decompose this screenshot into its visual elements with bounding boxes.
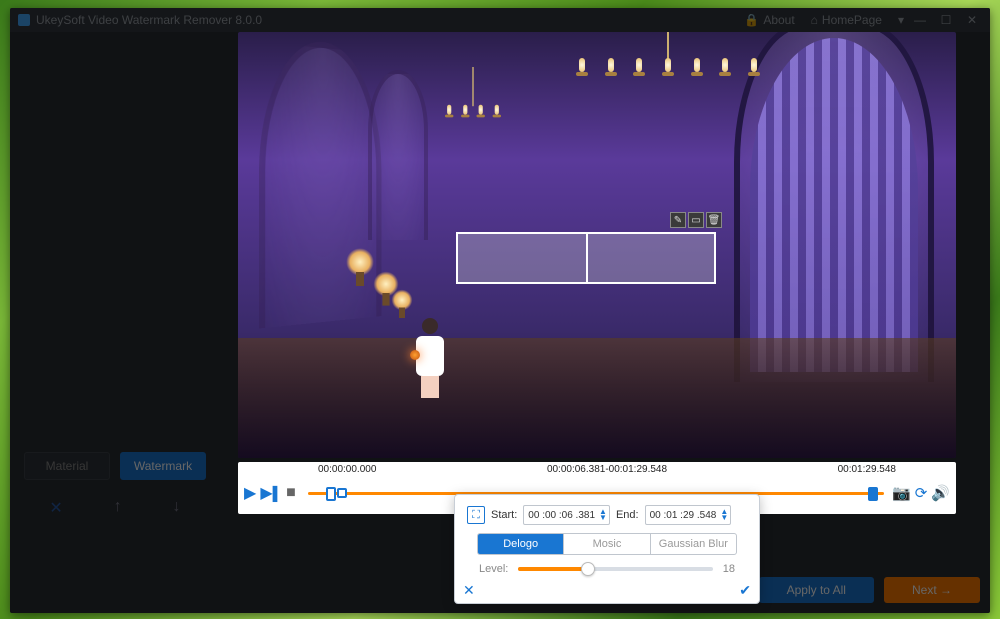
tab-mosic[interactable]: Mosic [564,534,650,554]
tab-gaussian-blur[interactable]: Gaussian Blur [651,534,736,554]
loop-icon[interactable]: ⟳ [915,484,928,502]
level-value: 18 [723,563,735,575]
app-logo-icon [18,14,30,26]
tab-delogo-label: Delogo [503,538,538,550]
person-figure [414,318,446,398]
minimize-button[interactable]: — [910,13,930,27]
start-down-icon[interactable]: ▼ [599,515,607,521]
tab-material-label: Material [46,459,89,473]
close-button[interactable]: ✕ [962,13,982,27]
level-slider[interactable] [518,567,712,571]
level-slider-thumb[interactable] [581,562,595,576]
down-icon[interactable]: ↓ [173,498,181,518]
method-tabs: Delogo Mosic Gaussian Blur [477,533,737,555]
tab-blur-label: Gaussian Blur [659,538,728,550]
lock-icon: 🔒 [744,13,759,27]
watermark-selection-box[interactable] [456,232,716,284]
end-time-value: 00 :01 :29 .548 [650,510,717,521]
fullscreen-icon[interactable]: ⛶ [467,506,485,524]
dropdown-icon[interactable]: ▾ [898,13,904,27]
step-button[interactable]: ▶▌ [260,483,282,503]
delete-selection-icon[interactable]: 🗑 [706,212,722,228]
up-icon[interactable]: ↑ [114,498,122,518]
homepage-label: HomePage [822,13,882,27]
tab-mosic-label: Mosic [593,538,622,550]
desktop-background: UkeySoft Video Watermark Remover 8.0.0 🔒… [0,0,1000,619]
next-button[interactable]: Next → [884,577,980,603]
tab-watermark[interactable]: Watermark [120,452,206,480]
tab-watermark-label: Watermark [134,459,192,473]
time-start-label: 00:00:00.000 [318,464,376,475]
stop-button[interactable]: ■ [286,484,296,502]
tab-material[interactable]: Material [24,452,110,480]
swap-selection-icon[interactable]: ▭ [688,212,704,228]
watermark-settings-popup: ⛶ Start: 00 :00 :06 .381 ▲▼ End: 00 :01 … [454,494,760,604]
start-time-input[interactable]: 00 :00 :06 .381 ▲▼ [523,505,610,525]
range-end-handle[interactable] [868,487,878,501]
home-icon: ⌂ [811,13,818,27]
titlebar: UkeySoft Video Watermark Remover 8.0.0 🔒… [10,8,990,32]
start-label: Start: [491,509,517,521]
end-label: End: [616,509,639,521]
end-down-icon[interactable]: ▼ [720,515,728,521]
video-preview[interactable]: ✎ ▭ 🗑 [238,32,956,458]
maximize-button[interactable]: ☐ [936,13,956,27]
end-time-input[interactable]: 00 :01 :29 .548 ▲▼ [645,505,732,525]
apply-to-all-button[interactable]: Apply to All [759,577,874,603]
time-end-label: 00:01:29.548 [838,464,896,475]
playhead-handle[interactable] [337,488,347,498]
popup-cancel-icon[interactable]: ✕ [463,582,475,599]
level-label: Level: [479,563,508,575]
chandelier-small-icon [442,67,505,137]
apply-all-label: Apply to All [787,583,846,597]
popup-confirm-icon[interactable]: ✔ [739,582,751,599]
time-range-label: 00:00:06.381-00:01:29.548 [547,464,667,475]
next-label: Next → [912,583,952,597]
volume-icon[interactable]: 🔊 [931,484,950,502]
sidebar: Material Watermark ✕ ↑ ↓ [10,32,220,613]
play-button[interactable]: ▶ [244,483,256,503]
screenshot-icon[interactable]: 📷 [892,484,911,502]
edit-selection-icon[interactable]: ✎ [670,212,686,228]
start-time-value: 00 :00 :06 .381 [528,510,595,521]
homepage-link[interactable]: ⌂ HomePage [811,13,882,27]
about-label: About [763,13,794,27]
window-title: UkeySoft Video Watermark Remover 8.0.0 [36,13,262,27]
tab-delogo[interactable]: Delogo [478,534,564,554]
delete-icon[interactable]: ✕ [49,498,62,518]
about-link[interactable]: 🔒 About [744,13,794,27]
chandelier-icon [568,32,768,132]
range-start-handle[interactable] [326,487,336,501]
